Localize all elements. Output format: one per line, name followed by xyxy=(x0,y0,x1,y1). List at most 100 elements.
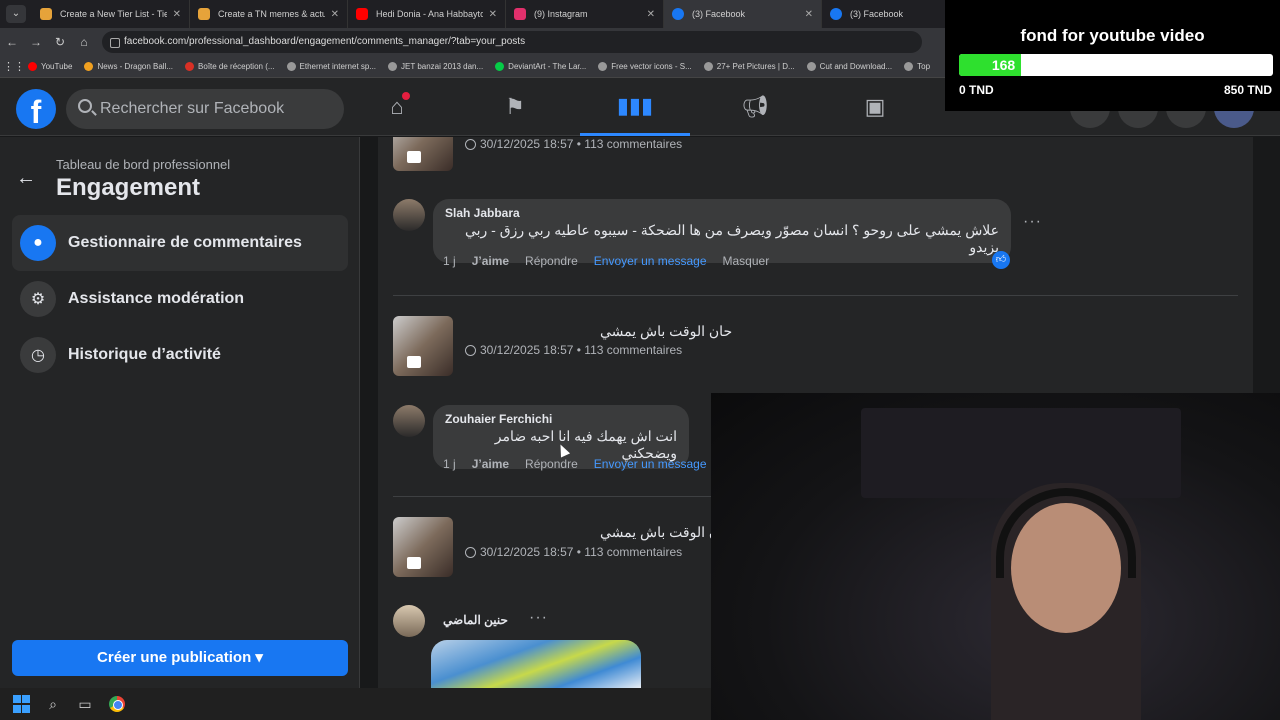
reply-button[interactable]: Répondre xyxy=(525,457,578,471)
post-meta: 30/12/2025 18:57 • 113 commentaires xyxy=(465,545,682,559)
dashboard-nav-icon[interactable]: ▮▮▮ xyxy=(580,78,690,136)
facebook-favicon xyxy=(672,8,684,20)
browser-tab[interactable]: Create a TN memes & actu 2025 ✕ xyxy=(190,0,348,28)
bookmark[interactable]: Free vector icons - S... xyxy=(598,62,692,71)
tierlist-favicon xyxy=(40,8,52,20)
sidebar-item-label: Historique d’activité xyxy=(68,346,221,363)
tierlist-favicon xyxy=(198,8,210,20)
close-icon[interactable]: ✕ xyxy=(647,9,655,20)
tab-search-button[interactable]: ⌄ xyxy=(6,5,26,23)
youtube-icon xyxy=(28,62,37,71)
youtube-favicon xyxy=(356,8,368,20)
tab-title: (3) Facebook xyxy=(692,9,746,19)
bookmark[interactable]: DeviantArt - The Lar... xyxy=(495,62,586,71)
close-icon[interactable]: ✕ xyxy=(331,9,339,20)
close-icon[interactable]: ✕ xyxy=(805,9,813,20)
facebook-logo[interactable]: f xyxy=(16,89,56,129)
bookmark[interactable]: Top xyxy=(904,62,930,71)
megaphone-nav-icon[interactable]: 📢︎ xyxy=(700,78,810,136)
divider xyxy=(393,295,1238,296)
close-icon[interactable]: ✕ xyxy=(173,9,181,20)
post-thumbnail[interactable] xyxy=(393,316,453,376)
chrome-logo xyxy=(109,696,125,712)
bookmark-label: Top xyxy=(917,62,931,71)
forward-icon[interactable]: → xyxy=(24,35,48,49)
commenter-avatar[interactable] xyxy=(393,199,425,231)
bookmark[interactable]: News - Dragon Ball... xyxy=(84,62,173,71)
goal-max-label: 850 TND xyxy=(1223,83,1272,97)
comment-author[interactable]: Slah Jabbara xyxy=(445,206,999,220)
more-options-icon[interactable]: ··· xyxy=(529,609,548,627)
globe-icon xyxy=(465,344,476,356)
page-title: Engagement xyxy=(56,174,201,201)
reels-nav-icon[interactable]: ▣ xyxy=(820,78,930,136)
windows-taskbar: ⌕ ▭ xyxy=(0,688,711,720)
more-options-icon[interactable]: ··· xyxy=(1023,213,1042,231)
comment-text: علاش يمشي على روحو ؟ انسان مصوّر ويصرف م… xyxy=(464,222,999,255)
send-message-button[interactable]: Envoyer un message xyxy=(594,254,707,268)
reload-icon[interactable]: ↻ xyxy=(48,35,72,49)
globe-icon xyxy=(806,62,816,71)
tab-title: (9) Instagram xyxy=(534,9,588,19)
reply-button[interactable]: Répondre xyxy=(525,254,578,268)
bookmark-label: DeviantArt - The Lar... xyxy=(508,62,587,71)
gear-icon: ⚙ xyxy=(20,281,56,317)
sidebar-item-comments-manager[interactable]: ● Gestionnaire de commentaires xyxy=(12,215,348,271)
apps-grid-icon[interactable]: ⋮⋮ xyxy=(0,60,28,73)
chrome-icon[interactable] xyxy=(108,695,126,713)
browser-tab[interactable]: (9) Instagram ✕ xyxy=(506,0,664,28)
search-icon[interactable]: ⌕ xyxy=(44,695,62,713)
home-icon[interactable]: ⌂ xyxy=(72,35,96,49)
task-view-icon[interactable]: ▭ xyxy=(76,695,94,713)
commenter-avatar[interactable] xyxy=(393,605,425,637)
close-icon[interactable]: ✕ xyxy=(489,9,497,20)
comment-author[interactable]: Zouhaier Ferchichi xyxy=(445,412,677,426)
post-meta-text: 30/12/2025 18:57 • 113 commentaires xyxy=(480,545,683,559)
browser-tab[interactable]: Hedi Donia - Ana Habbaytou ( ✕ xyxy=(348,0,506,28)
sidebar-item-label: Gestionnaire de commentaires xyxy=(68,234,302,251)
globe-icon xyxy=(465,546,476,558)
comment-author[interactable]: حنين الماضي xyxy=(443,613,508,627)
search-box[interactable] xyxy=(66,89,344,129)
comment-icon: ● xyxy=(20,225,56,261)
post-thumbnail[interactable] xyxy=(393,517,453,577)
goal-progress-bar: 168 xyxy=(959,54,1273,76)
home-nav-icon[interactable]: ⌂ xyxy=(342,78,452,136)
comment-actions: 1 j J’aime Répondre Envoyer un message xyxy=(443,457,707,471)
post-meta: 30/12/2025 18:57 • 113 commentaires xyxy=(465,343,682,357)
commenter-avatar[interactable] xyxy=(393,405,425,437)
sidebar-item-activity-history[interactable]: ◷ Historique d’activité xyxy=(12,327,348,383)
bookmark[interactable]: 27+ Pet Pictures | D... xyxy=(703,62,795,71)
post-thumbnail[interactable] xyxy=(393,137,453,171)
dragonball-icon xyxy=(84,62,94,71)
comment-image[interactable] xyxy=(431,640,641,688)
reel-icon xyxy=(407,151,421,163)
browser-tab-active[interactable]: (3) Facebook ✕ xyxy=(664,0,822,28)
sidebar-item-moderation-assist[interactable]: ⚙ Assistance modération xyxy=(12,271,348,327)
bookmark[interactable]: JET banzai 2013 dan... xyxy=(388,62,483,71)
like-button[interactable]: J’aime xyxy=(472,254,509,268)
create-post-button[interactable]: Créer une publication ▾ xyxy=(12,640,348,676)
hide-button[interactable]: Masquer xyxy=(723,254,770,268)
bookmark[interactable]: YouTube xyxy=(28,62,72,71)
bookmark[interactable]: Ethernet internet sp... xyxy=(286,62,376,71)
url-field[interactable]: facebook.com/professional_dashboard/enga… xyxy=(102,31,922,53)
back-arrow-icon[interactable]: ← xyxy=(16,167,36,190)
search-input[interactable] xyxy=(100,89,340,129)
post-meta: 30/12/2025 18:57 • 113 commentaires xyxy=(465,137,682,151)
facebook-favicon xyxy=(830,8,842,20)
flag-nav-icon[interactable]: ⚑ xyxy=(460,78,570,136)
bookmark-label: YouTube xyxy=(41,62,73,71)
back-icon[interactable]: ← xyxy=(0,35,24,49)
bookmark[interactable]: Cut and Download... xyxy=(806,62,893,71)
bookmark-label: Cut and Download... xyxy=(819,62,893,71)
bookmark[interactable]: Boîte de réception (... xyxy=(185,62,275,71)
like-button[interactable]: J’aime xyxy=(472,457,509,471)
reel-icon xyxy=(407,557,421,569)
browser-tab[interactable]: Create a New Tier List - TierMaker ✕ xyxy=(32,0,190,28)
send-message-button[interactable]: Envoyer un message xyxy=(594,457,707,471)
windows-start-icon[interactable] xyxy=(12,695,30,713)
bookmark-label: JET banzai 2013 dan... xyxy=(401,62,484,71)
tab-title: Hedi Donia - Ana Habbaytou ( xyxy=(376,9,483,19)
deviantart-icon xyxy=(495,62,505,71)
